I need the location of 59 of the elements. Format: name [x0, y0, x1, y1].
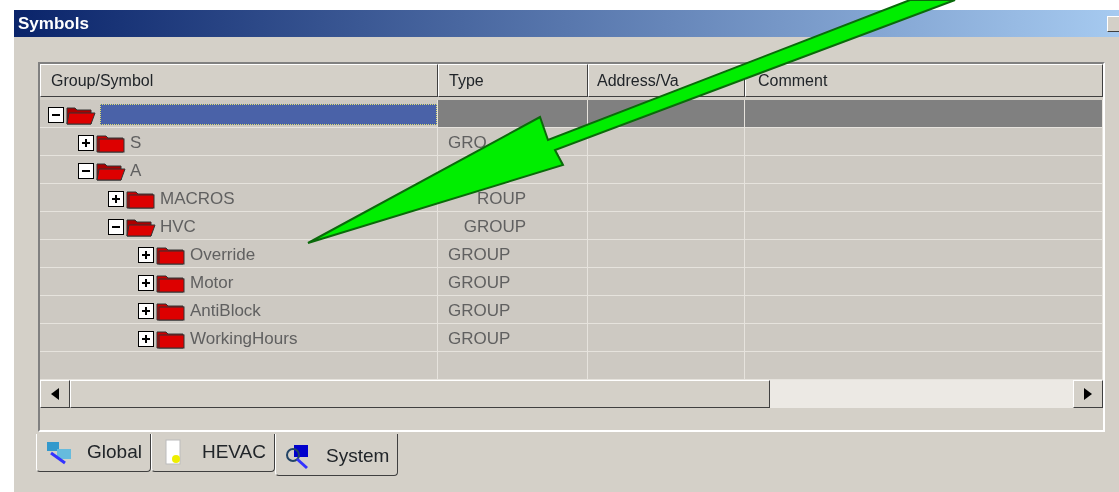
folder-icon — [96, 160, 126, 181]
tab[interactable]: HEVAC — [150, 434, 275, 472]
folder-icon — [126, 216, 156, 237]
tree-row[interactable]: MACROS ROUP — [40, 184, 1103, 212]
tree-item-label[interactable]: WorkingHours — [190, 326, 298, 352]
type-text: ROUP — [476, 188, 526, 210]
tab[interactable]: System — [275, 434, 399, 476]
tab-label: System — [326, 444, 390, 469]
tree-row[interactable]: S GRO — [40, 128, 1103, 156]
tree-row[interactable] — [40, 100, 1103, 128]
expand-icon[interactable] — [138, 330, 154, 347]
expand-icon[interactable] — [108, 190, 124, 207]
tree-item-label[interactable]: Motor — [190, 270, 234, 296]
folder-icon — [96, 132, 126, 153]
type-text: GRO — [448, 132, 487, 154]
type-text: GROUP — [463, 216, 526, 238]
tree-item-label[interactable]: HVC — [160, 214, 196, 240]
folder-icon — [156, 328, 186, 349]
scroll-left-button[interactable] — [40, 380, 70, 408]
folder-icon — [156, 272, 186, 293]
folder-icon — [156, 300, 186, 321]
tree-item-label[interactable]: A — [130, 158, 142, 184]
tree-row[interactable]: A — [40, 156, 1103, 184]
type-text: GROUP — [448, 272, 511, 294]
tree-row[interactable]: HVC GROUP — [40, 212, 1103, 240]
collapse-icon[interactable] — [48, 106, 64, 123]
tab-label: HEVAC — [201, 440, 266, 465]
tree-row[interactable]: AntiBlock GROUP — [40, 296, 1103, 324]
type-text: GROUP — [448, 328, 511, 350]
type-text: GROUP — [448, 244, 511, 266]
tree-item-label[interactable]: Override — [190, 242, 256, 268]
column-header[interactable]: Comment — [758, 72, 828, 89]
tree-item-label[interactable]: MACROS — [160, 186, 235, 212]
tab[interactable]: Global — [36, 434, 151, 472]
tree-row[interactable]: Motor GROUP — [40, 268, 1103, 296]
column-header[interactable]: Group/Symbol — [51, 72, 154, 89]
horizontal-scrollbar[interactable] — [40, 380, 1103, 408]
tree-item-label[interactable]: S — [130, 130, 142, 156]
tree-row[interactable]: Override GROUP — [40, 240, 1103, 268]
expand-icon[interactable] — [78, 134, 94, 151]
type-text: GROUP — [448, 300, 511, 322]
collapse-icon[interactable] — [78, 162, 94, 179]
tree-item-label[interactable]: AntiBlock — [190, 298, 261, 324]
collapse-icon[interactable] — [108, 218, 124, 235]
window-title: Symbols — [18, 12, 89, 35]
scrollbar-thumb[interactable] — [70, 380, 770, 408]
folder-icon — [126, 188, 156, 209]
tab-label: Global — [87, 440, 142, 465]
folder-icon — [66, 104, 96, 125]
tree-row[interactable]: WorkingHours GROUP — [40, 324, 1103, 352]
expand-icon[interactable] — [138, 274, 154, 291]
expand-icon[interactable] — [138, 302, 154, 319]
left-arrow-icon — [51, 388, 59, 400]
right-arrow-icon — [1084, 388, 1092, 400]
scroll-right-button[interactable] — [1073, 380, 1103, 408]
close-button[interactable] — [1107, 15, 1119, 32]
column-header[interactable]: Type — [449, 72, 484, 89]
expand-icon[interactable] — [138, 246, 154, 263]
folder-icon — [156, 244, 186, 265]
